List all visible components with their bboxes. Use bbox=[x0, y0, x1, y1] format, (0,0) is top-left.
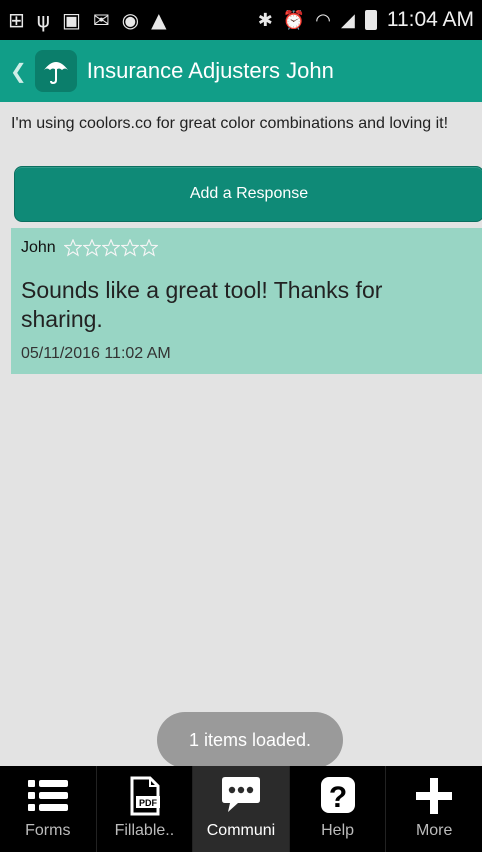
umbrella-icon[interactable] bbox=[34, 50, 77, 92]
nav-item-forms[interactable]: Forms bbox=[0, 766, 96, 852]
star-icon[interactable] bbox=[120, 239, 139, 257]
svg-text:?: ? bbox=[328, 781, 346, 814]
bottom-nav: Forms PDF Fillable.. Communi ? Help More bbox=[0, 766, 482, 852]
response-author-row: John bbox=[21, 239, 158, 257]
rating-stars[interactable] bbox=[63, 239, 158, 257]
plus-icon bbox=[411, 776, 457, 816]
nav-label: Help bbox=[321, 822, 355, 839]
chevron-left-icon[interactable]: ❮ bbox=[10, 59, 27, 83]
response-date: 05/11/2016 11:02 AM bbox=[21, 345, 171, 362]
image-icon: ▣ bbox=[61, 8, 81, 32]
lock-icon: ◉ bbox=[121, 8, 140, 32]
star-icon[interactable] bbox=[82, 239, 101, 257]
warning-icon: ▲ bbox=[151, 8, 167, 32]
nav-item-help[interactable]: ? Help bbox=[288, 766, 386, 852]
nav-label: Communi bbox=[206, 822, 276, 839]
nav-label: More bbox=[415, 822, 453, 839]
nav-item-more[interactable]: More bbox=[385, 766, 482, 852]
page-title: Insurance Adjusters John bbox=[86, 58, 334, 83]
nav-label: Fillable.. bbox=[114, 822, 175, 839]
pdf-icon: PDF bbox=[121, 776, 167, 816]
nav-label: Forms bbox=[25, 822, 71, 839]
add-icon: ⊞ bbox=[8, 8, 25, 32]
star-icon[interactable] bbox=[139, 239, 158, 257]
svg-text:PDF: PDF bbox=[139, 798, 158, 808]
star-icon[interactable] bbox=[63, 239, 82, 257]
alarm-icon: ⏰ bbox=[282, 9, 306, 31]
signal-icon: ◢ bbox=[340, 9, 355, 31]
star-icon[interactable] bbox=[101, 239, 120, 257]
response-text: Sounds like a great tool! Thanks for sha… bbox=[21, 277, 383, 332]
list-icon bbox=[25, 776, 71, 816]
add-response-button[interactable]: Add a Response bbox=[14, 166, 482, 222]
help-icon: ? bbox=[315, 776, 361, 816]
toast-message: 1 items loaded. bbox=[157, 712, 343, 768]
battery-icon bbox=[364, 10, 377, 30]
post-message: I'm using coolors.co for great color com… bbox=[11, 115, 449, 132]
action-bar: ❮ Insurance Adjusters John bbox=[0, 40, 482, 102]
usb-icon: ψ bbox=[36, 8, 50, 32]
mms-icon: ✉ bbox=[92, 8, 110, 32]
status-time: 11:04 AM bbox=[386, 8, 474, 31]
chat-icon bbox=[218, 776, 264, 816]
status-bar: ⊞ ψ ▣ ✉ ◉ ▲ ✱ ⏰ ◠ ◢ 11:04 AM bbox=[0, 0, 482, 40]
response-author: John bbox=[21, 239, 56, 256]
bluetooth-icon: ✱ bbox=[257, 9, 273, 31]
response-card: John Sounds like a great tool! Thanks fo… bbox=[11, 228, 482, 374]
screen: ⊞ ψ ▣ ✉ ◉ ▲ ✱ ⏰ ◠ ◢ 11:04 AM ❮ Insurance… bbox=[0, 0, 482, 852]
wifi-icon: ◠ bbox=[315, 9, 331, 31]
nav-item-fillable[interactable]: PDF Fillable.. bbox=[95, 766, 193, 852]
nav-item-community[interactable]: Communi bbox=[192, 766, 289, 852]
